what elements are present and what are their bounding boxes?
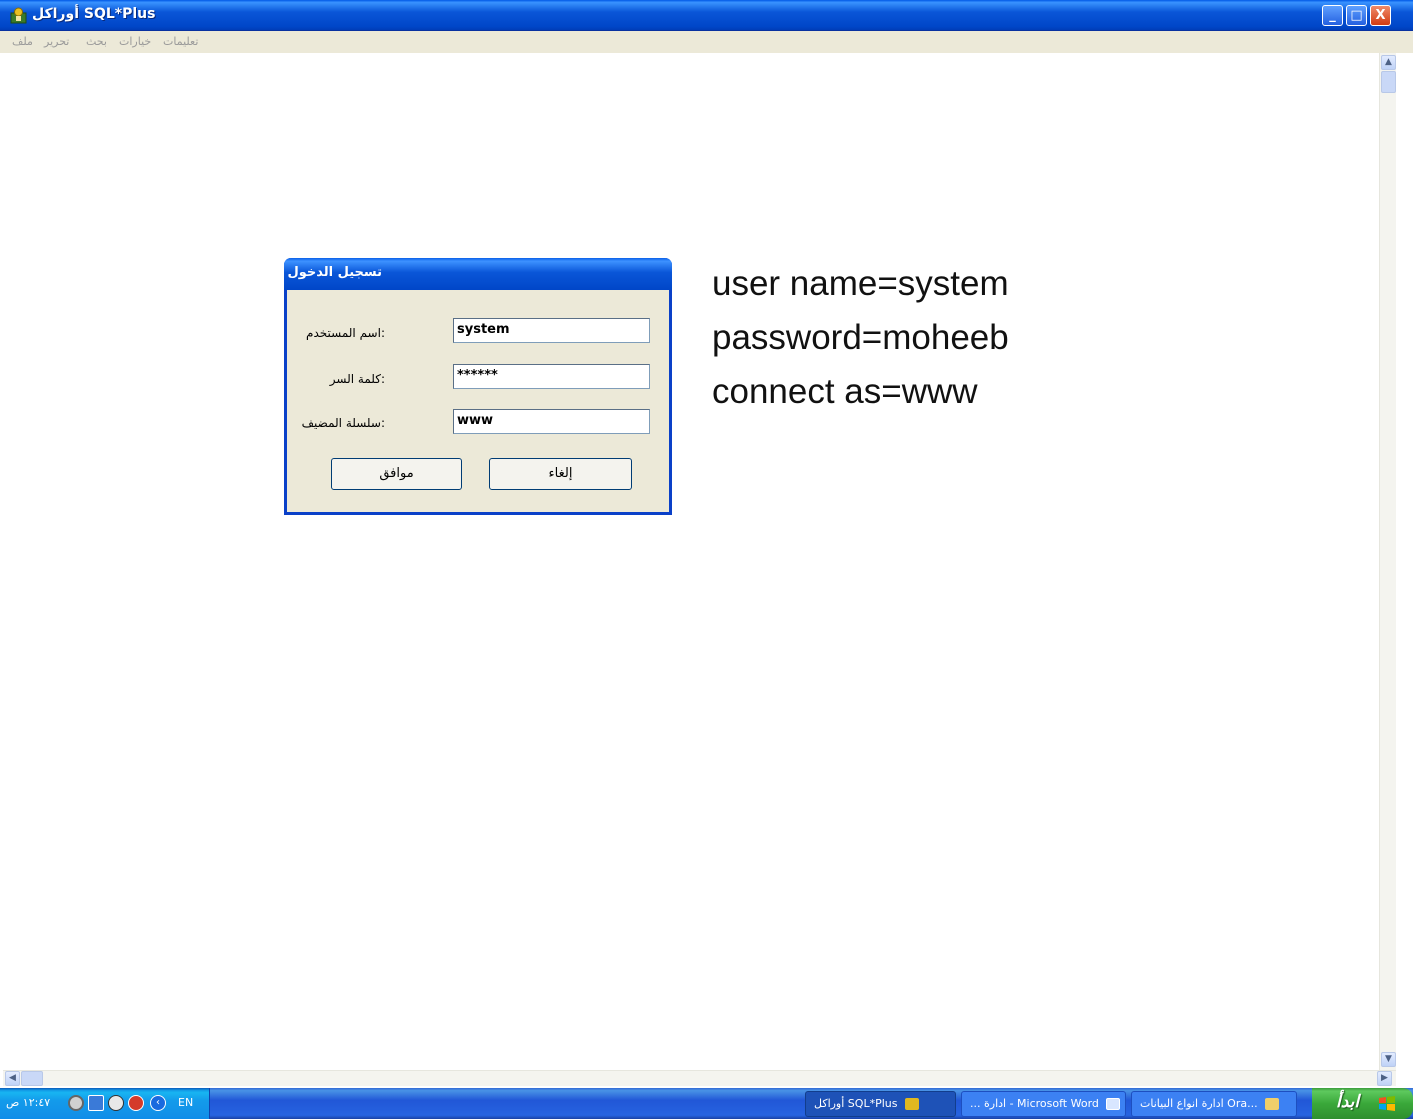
host-string-field[interactable]: www: [453, 409, 650, 434]
taskbar-task-word-label: ... ادارة - Microsoft Word: [970, 1097, 1099, 1110]
taskbar-task-sqlplus-label: أوراكل SQL*Plus: [814, 1097, 898, 1110]
vertical-scroll-thumb[interactable]: [1381, 71, 1396, 93]
login-dialog: تسجيل الدخول :اسم المستخدم system :كلمة …: [284, 258, 672, 515]
password-label: :كلمة السر: [329, 372, 385, 386]
menu-help[interactable]: تعليمات: [163, 35, 198, 48]
taskbar-task-word[interactable]: ... ادارة - Microsoft Word: [961, 1091, 1126, 1117]
start-label: ابدأ: [1336, 1092, 1360, 1112]
window-title-bar[interactable]: أوراكل SQL*Plus _ □ X: [0, 0, 1413, 31]
taskbar-task-folder-label: ادارة انواع البيانات Ora...: [1140, 1097, 1258, 1110]
language-indicator[interactable]: EN: [178, 1096, 193, 1109]
ok-button[interactable]: موافق: [331, 458, 462, 490]
network-tray-icon[interactable]: [88, 1095, 104, 1111]
host-string-label: :سلسلة المضيف: [301, 416, 385, 430]
login-dialog-title-bar[interactable]: تسجيل الدخول: [284, 258, 672, 290]
minimize-button[interactable]: _: [1322, 5, 1343, 26]
taskbar-task-sqlplus[interactable]: أوراكل SQL*Plus: [805, 1091, 956, 1117]
taskbar-task-folder[interactable]: ادارة انواع البيانات Ora...: [1131, 1091, 1297, 1117]
system-tray: ١٢:٤٧ ص ‹ EN: [0, 1088, 210, 1119]
clock-tray-icon[interactable]: [68, 1095, 84, 1111]
username-label: :اسم المستخدم: [306, 326, 385, 340]
window-title: أوراكل SQL*Plus: [32, 6, 156, 22]
password-field[interactable]: ******: [453, 364, 650, 389]
vertical-scrollbar[interactable]: ▲ ▼: [1379, 53, 1396, 1070]
username-field[interactable]: system: [453, 318, 650, 343]
menu-file[interactable]: ملف: [12, 35, 33, 48]
oracle-app-icon: [10, 7, 27, 24]
start-button[interactable]: ابدأ: [1312, 1088, 1413, 1119]
scroll-down-icon[interactable]: ▼: [1381, 1052, 1396, 1067]
scroll-up-icon[interactable]: ▲: [1381, 55, 1396, 70]
taskbar-clock[interactable]: ١٢:٤٧ ص: [6, 1096, 50, 1109]
scroll-right-icon[interactable]: ▶: [1377, 1071, 1392, 1086]
close-button[interactable]: X: [1370, 5, 1391, 26]
sqlplus-client-area[interactable]: [3, 53, 1395, 1070]
oracle-task-icon: [904, 1098, 919, 1110]
sound-tray-icon[interactable]: [108, 1095, 124, 1111]
menu-search[interactable]: بحث: [86, 35, 107, 48]
menu-options[interactable]: خيارات: [119, 35, 151, 48]
login-dialog-title: تسجيل الدخول: [287, 265, 382, 280]
taskbar: ١٢:٤٧ ص ‹ EN أوراكل SQL*Plus ... ادارة -…: [0, 1088, 1413, 1119]
note-username: user name=system: [712, 264, 1009, 303]
menu-edit[interactable]: تحرير: [44, 35, 69, 48]
note-connect-as: connect as=www: [712, 372, 978, 411]
maximize-button[interactable]: □: [1346, 5, 1367, 26]
security-tray-icon[interactable]: [128, 1095, 144, 1111]
windows-flag-icon: [1379, 1096, 1395, 1111]
horizontal-scroll-thumb[interactable]: [21, 1071, 43, 1086]
menu-bar: ملف تحرير بحث خيارات تعليمات: [0, 31, 1413, 53]
word-document-icon: [1106, 1098, 1121, 1110]
folder-icon: [1265, 1098, 1280, 1110]
horizontal-scrollbar[interactable]: ◀ ▶: [3, 1070, 1396, 1086]
expand-tray-icon[interactable]: ‹: [150, 1095, 166, 1111]
cancel-button[interactable]: إلغاء: [489, 458, 632, 490]
scroll-left-icon[interactable]: ◀: [5, 1071, 20, 1086]
note-password: password=moheeb: [712, 318, 1009, 357]
